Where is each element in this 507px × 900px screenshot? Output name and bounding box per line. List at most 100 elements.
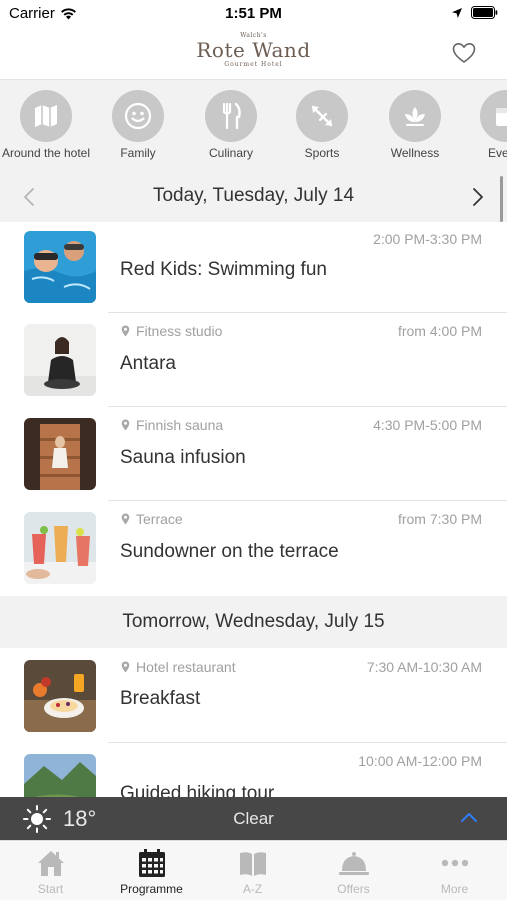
chevron-up-icon <box>461 813 477 822</box>
weather-condition: Clear <box>233 809 274 828</box>
status-right <box>451 6 498 19</box>
tab-label: More <box>440 882 469 896</box>
location-pin-icon <box>121 325 130 337</box>
event-row[interactable]: Hotel restaurant 7:30 AM-10:30 AM Breakf… <box>0 648 507 742</box>
category-label: Around the hotel <box>1 146 91 160</box>
location-arrow-icon <box>452 7 462 18</box>
category-label: Eve <box>488 146 507 160</box>
location-pin-icon <box>121 419 130 431</box>
row-divider <box>108 406 507 407</box>
hotel-logo: Walch's Rote Wand Gourmet Hotel <box>0 32 507 68</box>
arrows-icon <box>311 105 333 127</box>
smiley-icon <box>124 102 152 130</box>
tab-label: Offers <box>337 882 370 896</box>
event-location-label: Terrace <box>136 511 183 527</box>
event-thumbnail <box>24 324 96 396</box>
event-title: Breakfast <box>120 688 201 709</box>
row-divider <box>108 742 507 743</box>
event-thumbnail <box>24 512 96 584</box>
event-time: from 4:00 PM <box>397 323 482 339</box>
category-events[interactable]: Eve <box>458 90 507 160</box>
tab-label: Start <box>37 882 64 896</box>
event-thumbnail <box>24 418 96 490</box>
cloche-icon <box>338 852 369 875</box>
lotus-icon <box>405 107 425 126</box>
location-pin-icon <box>121 661 130 673</box>
category-circle <box>389 90 441 142</box>
event-location-label: Hotel restaurant <box>136 659 236 675</box>
category-circle <box>112 90 164 142</box>
category-wellness[interactable]: Wellness <box>367 90 463 160</box>
event-time: 10:00 AM-12:00 PM <box>358 753 482 769</box>
sauna-photo <box>24 418 96 490</box>
event-thumbnail <box>24 231 96 303</box>
logo-main-text: Rote Wand <box>196 38 311 62</box>
current-date-title: Today, Tuesday, July 14 <box>152 185 355 206</box>
event-location: Finnish sauna <box>121 417 223 433</box>
event-row[interactable]: Fitness studio from 4:00 PM Antara <box>0 316 507 410</box>
tab-bar: Start Programme A-Z Offers More <box>0 840 507 900</box>
event-location-label: Finnish sauna <box>136 417 224 433</box>
date-navigation: Today, Tuesday, July 14 <box>0 172 507 222</box>
heart-icon <box>452 43 476 63</box>
status-time: 1:51 PM <box>225 5 282 22</box>
category-culinary[interactable]: Culinary <box>183 90 279 160</box>
event-row[interactable]: 2:00 PM-3:30 PM Red Kids: Swimming fun <box>0 222 507 316</box>
event-title: Red Kids: Swimming fun <box>120 259 327 280</box>
fitness-photo <box>24 324 96 396</box>
event-icon <box>496 108 507 126</box>
tab-start[interactable]: Start <box>0 841 101 900</box>
event-row[interactable]: Terrace from 7:30 PM Sundowner on the te… <box>0 504 507 598</box>
event-row[interactable]: Finnish sauna 4:30 PM-5:00 PM Sauna infu… <box>0 410 507 504</box>
cutlery-icon <box>222 102 241 130</box>
event-time: 4:30 PM-5:00 PM <box>373 417 482 433</box>
category-sports[interactable]: Sports <box>274 90 370 160</box>
category-label: Culinary <box>208 146 253 160</box>
category-label: Wellness <box>390 146 440 160</box>
event-location: Fitness studio <box>121 323 222 339</box>
tab-programme[interactable]: Programme <box>101 841 202 900</box>
drinks-photo <box>24 512 96 584</box>
app-header: Walch's Rote Wand Gourmet Hotel <box>0 28 507 80</box>
section-header-tomorrow: Tomorrow, Wednesday, July 15 <box>0 596 507 648</box>
favorites-button[interactable] <box>451 40 477 66</box>
breakfast-photo <box>24 660 96 732</box>
battery-icon <box>471 6 498 19</box>
event-location-label: Fitness studio <box>136 323 223 339</box>
weather-bar[interactable]: 18° Clear <box>0 797 507 840</box>
tab-label: A-Z <box>242 882 263 896</box>
category-label: Sports <box>304 146 340 160</box>
logo-sub-text: Gourmet Hotel <box>224 61 283 68</box>
event-thumbnail <box>24 660 96 732</box>
pool-photo <box>24 231 96 303</box>
location-pin-icon <box>121 513 130 525</box>
tab-more[interactable]: More <box>404 841 505 900</box>
more-icon <box>441 859 468 867</box>
category-around-hotel[interactable]: Around the hotel <box>0 90 94 160</box>
book-icon <box>239 852 266 876</box>
weather-expand-button[interactable] <box>459 809 479 827</box>
category-circle <box>296 90 348 142</box>
event-title: Antara <box>120 353 176 374</box>
scroll-indicator[interactable] <box>500 176 503 222</box>
chevron-right-icon <box>473 188 483 206</box>
status-bar: Carrier 1:51 PM <box>0 0 507 28</box>
tab-label: Programme <box>120 882 183 896</box>
event-time: from 7:30 PM <box>397 511 482 527</box>
event-location: Hotel restaurant <box>121 659 236 675</box>
category-circle <box>480 90 507 142</box>
next-day-button[interactable] <box>469 186 487 208</box>
calendar-icon <box>138 849 165 877</box>
row-divider <box>108 312 507 313</box>
category-bar: Around the hotel Family Culinary Sports … <box>0 80 507 172</box>
category-family[interactable]: Family <box>90 90 186 160</box>
tab-offers[interactable]: Offers <box>303 841 404 900</box>
map-icon <box>35 105 57 127</box>
event-time: 2:00 PM-3:30 PM <box>373 231 482 247</box>
category-circle <box>20 90 72 142</box>
event-title: Sundowner on the terrace <box>120 541 339 562</box>
category-label: Family <box>120 146 156 160</box>
event-title: Sauna infusion <box>120 447 246 468</box>
tab-a-z[interactable]: A-Z <box>202 841 303 900</box>
event-location: Terrace <box>121 511 183 527</box>
